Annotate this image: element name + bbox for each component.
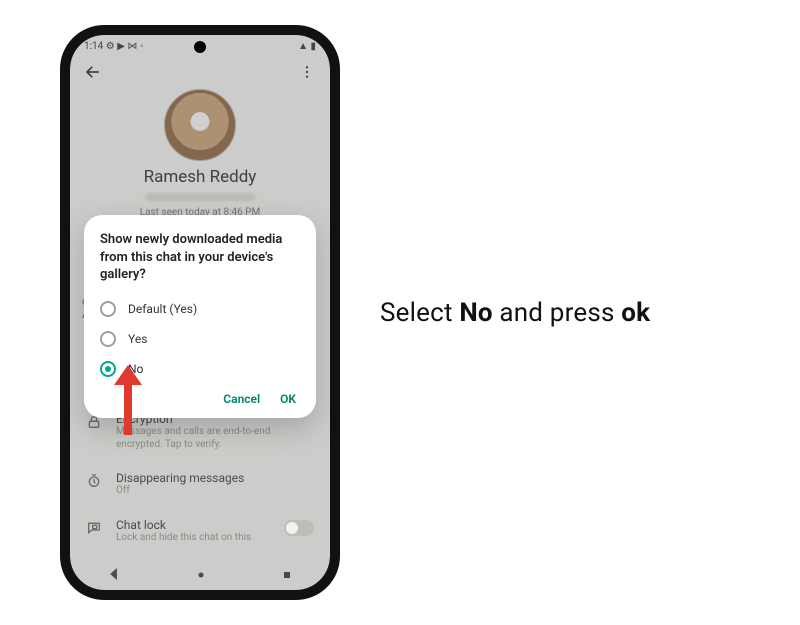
disappearing-subtitle: Off [116,485,314,498]
option-label: Default (Yes) [128,302,197,316]
chat-lock-row[interactable]: Chat lock Lock and hide this chat on thi… [84,508,316,555]
nav-home-icon[interactable] [195,566,207,585]
option-default-yes[interactable]: Default (Yes) [100,294,300,324]
settings-list: Encryption Messages and calls are end-to… [70,402,330,554]
android-nav-bar [70,560,330,590]
dialog-actions: Cancel OK [100,384,300,410]
nav-back-icon[interactable] [107,566,121,585]
radio-icon [100,331,116,347]
option-no[interactable]: No [100,354,300,384]
media-visibility-dialog: Show newly downloaded media from this ch… [84,215,316,418]
instruction-text: Select No and press ok [380,298,650,328]
dialog-title: Show newly downloaded media from this ch… [100,231,300,284]
radio-icon [100,301,116,317]
option-label: Yes [128,332,147,346]
chat-lock-title: Chat lock [116,518,272,532]
phone-frame: 1:14 ⚙ ▶ ⋈ ◦ ▲ ▮ Ramesh Reddy Last seen … [60,25,340,600]
chat-lock-toggle[interactable] [284,520,314,536]
encryption-subtitle: Messages and calls are end-to-end encryp… [116,426,314,451]
timer-icon [86,473,104,493]
disappearing-messages-row[interactable]: Disappearing messages Off [84,461,316,508]
nav-recents-icon[interactable] [281,566,293,585]
ok-button[interactable]: OK [280,392,296,406]
phone-screen: 1:14 ⚙ ▶ ⋈ ◦ ▲ ▮ Ramesh Reddy Last seen … [70,35,330,590]
chat-lock-subtitle: Lock and hide this chat on this [116,532,272,545]
chat-lock-icon [86,520,104,540]
disappearing-title: Disappearing messages [116,471,314,485]
cancel-button[interactable]: Cancel [223,392,260,406]
option-label: No [128,362,143,376]
option-yes[interactable]: Yes [100,324,300,354]
radio-icon-selected [100,361,116,377]
